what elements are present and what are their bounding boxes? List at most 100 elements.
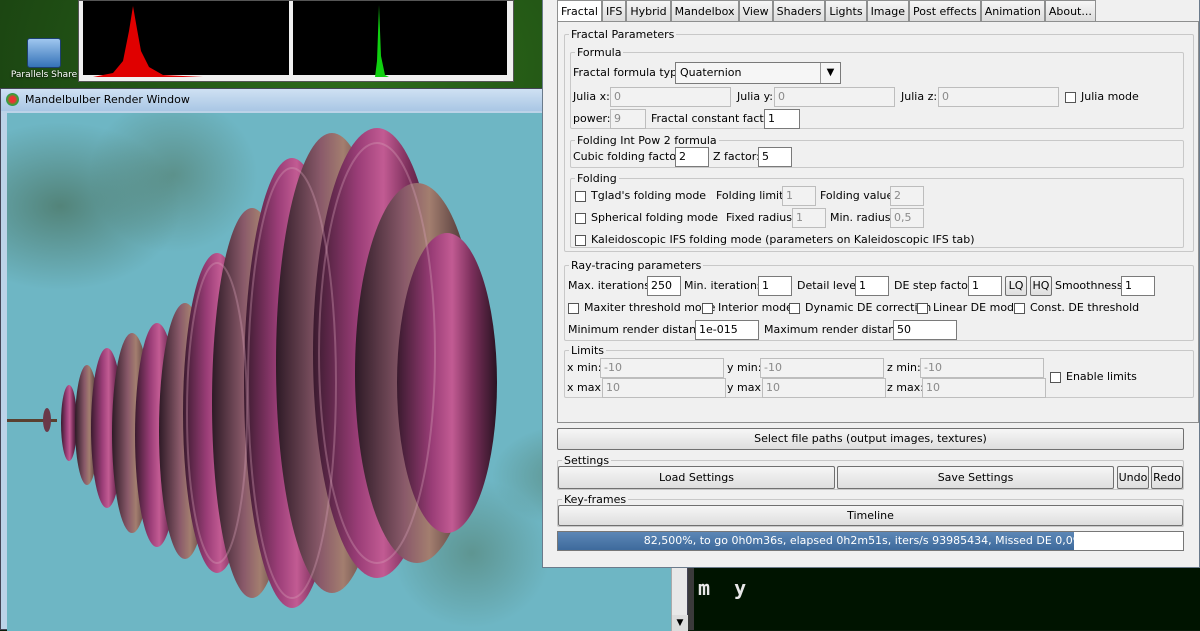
- tab-bar: Fractal IFS Hybrid Mandelbox View Shader…: [557, 0, 1096, 22]
- julia-y-field[interactable]: 0: [774, 87, 895, 107]
- z-min-field[interactable]: -10: [920, 358, 1044, 378]
- enable-limits-label: Enable limits: [1066, 370, 1137, 383]
- red-histogram: [83, 1, 289, 77]
- linear-de-checkbox[interactable]: [917, 303, 928, 314]
- green-histogram-curve: [375, 5, 389, 77]
- x-min-field[interactable]: -10: [600, 358, 724, 378]
- settings-group: Settings Load Settings Save Settings Und…: [557, 454, 1184, 490]
- desktop-icon-parallels-share[interactable]: Parallels Share: [8, 38, 80, 80]
- histogram-window: [78, 0, 514, 82]
- z-max-field[interactable]: 10: [922, 378, 1046, 398]
- red-histogram-plot: [93, 6, 203, 77]
- undo-button[interactable]: Undo: [1117, 466, 1149, 489]
- timeline-button[interactable]: Timeline: [558, 505, 1183, 526]
- z-max-label: z max:: [887, 381, 924, 394]
- julia-z-field[interactable]: 0: [938, 87, 1059, 107]
- maxiter-threshold-checkbox[interactable]: [568, 303, 579, 314]
- x-max-field[interactable]: 10: [602, 378, 726, 398]
- background-window-edge: [688, 568, 694, 630]
- detail-level-field[interactable]: 1: [855, 276, 889, 296]
- lq-button[interactable]: LQ: [1005, 276, 1027, 296]
- min-render-distance-field[interactable]: 1e-015: [695, 320, 759, 340]
- max-iterations-label: Max. iterations:: [568, 279, 654, 292]
- render-progress-bar: 82,500%, to go 0h0m36s, elapsed 0h2m51s,…: [557, 531, 1184, 551]
- computer-icon: [27, 38, 61, 68]
- save-settings-button[interactable]: Save Settings: [837, 466, 1114, 489]
- green-histogram: [293, 1, 507, 77]
- folding-int-pow-group: Folding Int Pow 2 formula Cubic folding …: [570, 134, 1184, 168]
- z-factor-field[interactable]: 5: [758, 147, 792, 167]
- cubic-folding-field[interactable]: 2: [675, 147, 709, 167]
- tab-ifs[interactable]: IFS: [601, 0, 627, 21]
- load-settings-button[interactable]: Load Settings: [558, 466, 835, 489]
- x-max-label: x max:: [567, 381, 605, 394]
- const-de-label: Const. DE threshold: [1030, 301, 1140, 314]
- smoothness-field[interactable]: 1: [1121, 276, 1155, 296]
- chevron-down-icon[interactable]: ▼: [820, 63, 840, 83]
- kaleido-folding-checkbox[interactable]: [575, 235, 586, 246]
- tab-fractal[interactable]: Fractal: [557, 0, 602, 22]
- julia-y-label: Julia y:: [737, 90, 773, 103]
- y-max-field[interactable]: 10: [762, 378, 886, 398]
- min-radius-field[interactable]: 0,5: [890, 208, 924, 228]
- de-step-field[interactable]: 1: [968, 276, 1002, 296]
- tab-mandelbox[interactable]: Mandelbox: [670, 0, 739, 21]
- red-histogram-curve: [93, 6, 203, 77]
- y-min-field[interactable]: -10: [760, 358, 884, 378]
- spherical-folding-label: Spherical folding mode: [591, 211, 718, 224]
- formula-type-select[interactable]: Quaternion ▼: [675, 62, 841, 84]
- min-render-distance-label: Minimum render distance:: [568, 323, 713, 336]
- tab-image[interactable]: Image: [866, 0, 910, 21]
- folding-limit-field[interactable]: 1: [782, 186, 816, 206]
- min-iterations-label: Min. iterations:: [684, 279, 767, 292]
- spherical-folding-checkbox[interactable]: [575, 213, 586, 224]
- fixed-radius-field[interactable]: 1: [792, 208, 826, 228]
- folding-value-field[interactable]: 2: [890, 186, 924, 206]
- constant-factor-field[interactable]: 1: [764, 109, 800, 129]
- tglad-folding-label: Tglad's folding mode: [591, 189, 707, 202]
- fixed-radius-label: Fixed radius:: [726, 211, 796, 224]
- fractal-parameters-title: Fractal Parameters: [569, 28, 677, 41]
- max-render-distance-field[interactable]: 50: [893, 320, 957, 340]
- julia-x-field[interactable]: 0: [610, 87, 731, 107]
- redo-button[interactable]: Redo: [1151, 466, 1183, 489]
- y-min-label: y min:: [727, 361, 762, 374]
- const-de-checkbox[interactable]: [1014, 303, 1025, 314]
- dynamic-de-checkbox[interactable]: [789, 303, 800, 314]
- power-field[interactable]: 9: [610, 109, 646, 129]
- tab-shaders[interactable]: Shaders: [772, 0, 826, 21]
- settings-window: Fractal IFS Hybrid Mandelbox View Shader…: [542, 0, 1200, 568]
- tab-animation[interactable]: Animation: [980, 0, 1045, 21]
- formula-type-value: Quaternion: [680, 66, 742, 79]
- desktop-icon-label: Parallels Share: [10, 70, 78, 80]
- scroll-down-icon[interactable]: ▼: [672, 615, 688, 631]
- tab-hybrid[interactable]: Hybrid: [626, 0, 671, 21]
- max-iterations-field[interactable]: 250: [647, 276, 681, 296]
- interior-mode-label: Interior mode: [718, 301, 793, 314]
- cubic-folding-label: Cubic folding factor:: [573, 150, 685, 163]
- min-radius-label: Min. radius:: [830, 211, 895, 224]
- folding-value-label: Folding value:: [820, 189, 897, 202]
- enable-limits-checkbox[interactable]: [1050, 372, 1061, 383]
- formula-group: Formula Fractal formula type: Quaternion…: [570, 46, 1184, 129]
- fractal-parameters-group: Fractal Parameters Formula Fractal formu…: [564, 28, 1194, 252]
- background-text: m y: [698, 576, 753, 600]
- z-factor-label: Z factor:: [713, 150, 760, 163]
- tab-lights[interactable]: Lights: [825, 0, 867, 21]
- tab-about[interactable]: About...: [1044, 0, 1096, 21]
- constant-factor-label: Fractal constant factor:: [651, 112, 779, 125]
- z-min-label: z min:: [887, 361, 921, 374]
- hq-button[interactable]: HQ: [1030, 276, 1052, 296]
- select-file-paths-button[interactable]: Select file paths (output images, textur…: [557, 428, 1184, 450]
- max-render-distance-label: Maximum render distance:: [764, 323, 912, 336]
- interior-mode-checkbox[interactable]: [702, 303, 713, 314]
- progress-text: 82,500%, to go 0h0m36s, elapsed 0h2m51s,…: [643, 534, 1098, 547]
- ray-tracing-group: Ray-tracing parameters Max. iterations: …: [564, 259, 1194, 341]
- formula-title: Formula: [575, 46, 624, 59]
- tab-post-effects[interactable]: Post effects: [909, 0, 981, 21]
- min-iterations-field[interactable]: 1: [758, 276, 792, 296]
- tglad-folding-checkbox[interactable]: [575, 191, 586, 202]
- render-window-title: Mandelbulber Render Window: [25, 93, 190, 106]
- tab-view[interactable]: View: [738, 0, 773, 21]
- julia-mode-checkbox[interactable]: [1065, 92, 1076, 103]
